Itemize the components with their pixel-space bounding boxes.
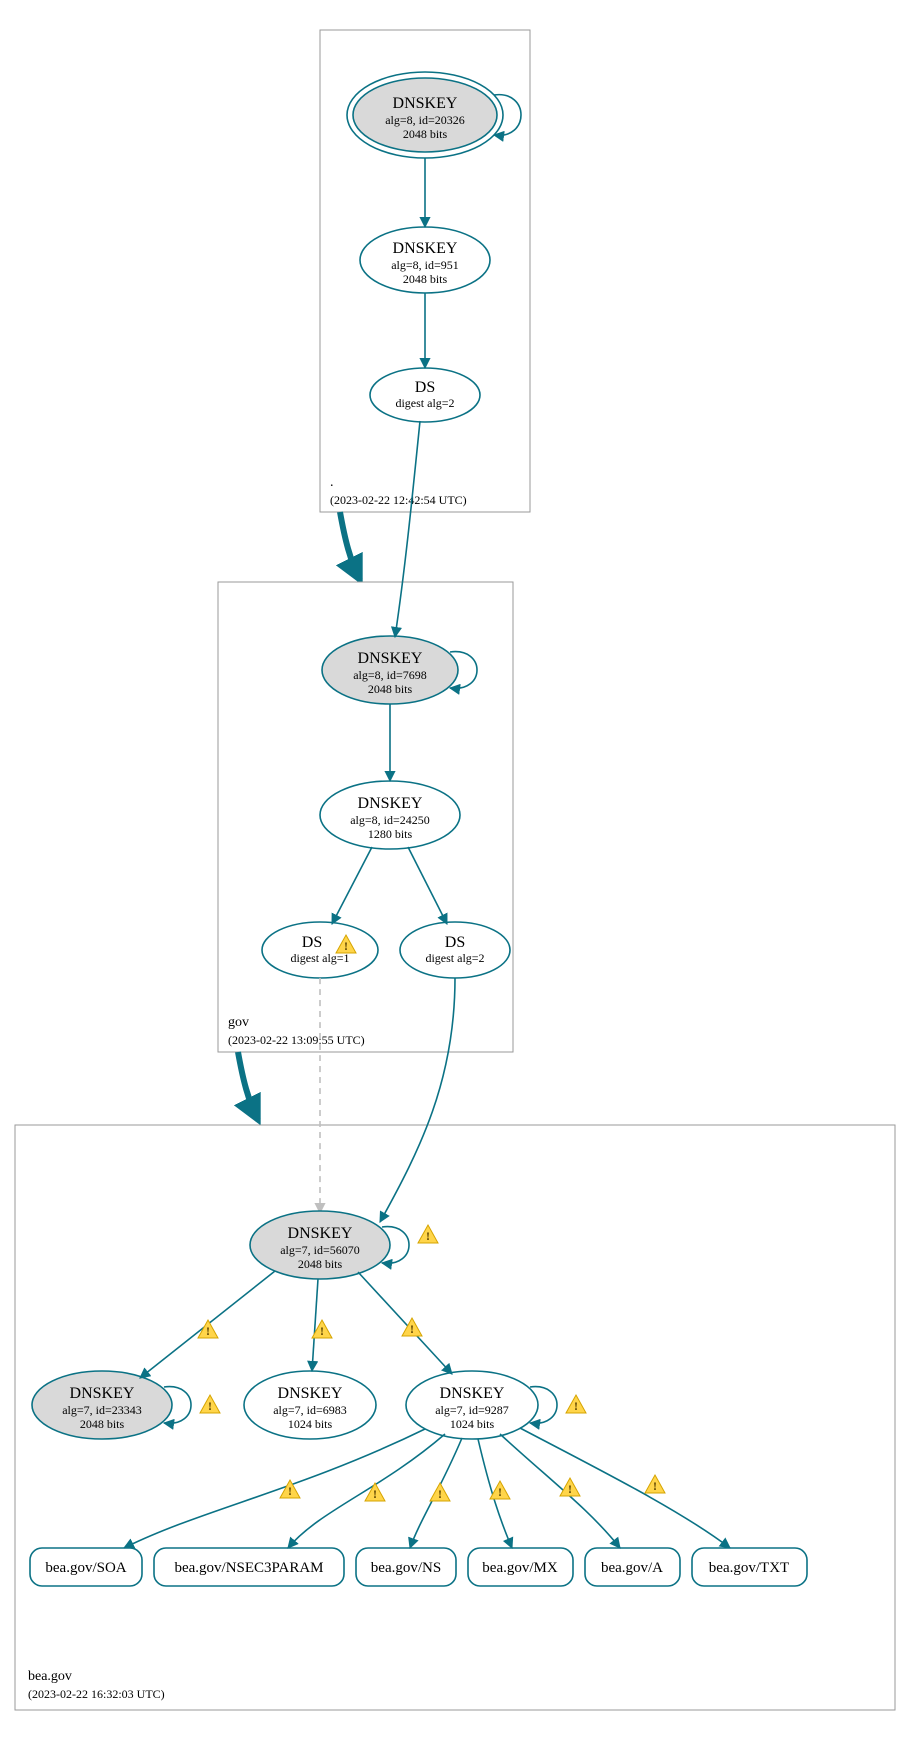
svg-text:bea.gov/NSEC3PARAM: bea.gov/NSEC3PARAM (174, 1560, 323, 1576)
svg-text:bea.gov/TXT: bea.gov/TXT (709, 1560, 789, 1576)
zone-root-timestamp: (2023-02-22 12:42:54 UTC) (330, 493, 467, 507)
svg-text:digest alg=2: digest alg=2 (395, 396, 454, 410)
svg-text:alg=7, id=23343: alg=7, id=23343 (62, 1403, 142, 1417)
zone-root: . (2023-02-22 12:42:54 UTC) DNSKEY alg=8… (320, 30, 530, 512)
node-gov-ksk: DNSKEY alg=8, id=7698 2048 bits (322, 636, 458, 704)
node-gov-ds2: DS digest alg=2 (400, 922, 510, 978)
node-gov-ds1: DS digest alg=1 (262, 922, 378, 978)
svg-text:DNSKEY: DNSKEY (288, 1225, 353, 1242)
svg-text:alg=7, id=6983: alg=7, id=6983 (273, 1403, 347, 1417)
dnssec-diagram: . (2023-02-22 12:42:54 UTC) DNSKEY alg=8… (0, 0, 912, 1742)
svg-text:!: ! (574, 1399, 578, 1413)
svg-text:DNSKEY: DNSKEY (393, 95, 458, 112)
svg-text:alg=8, id=951: alg=8, id=951 (391, 258, 459, 272)
svg-text:DNSKEY: DNSKEY (393, 240, 458, 257)
svg-text:DNSKEY: DNSKEY (278, 1385, 343, 1402)
zone-root-name: . (330, 475, 334, 490)
svg-text:alg=7, id=56070: alg=7, id=56070 (280, 1243, 360, 1257)
node-bea-k4: DNSKEY alg=7, id=9287 1024 bits (406, 1371, 538, 1439)
svg-text:!: ! (320, 1324, 324, 1338)
svg-text:DNSKEY: DNSKEY (358, 795, 423, 812)
svg-text:2048 bits: 2048 bits (368, 682, 413, 696)
svg-text:!: ! (426, 1229, 430, 1243)
svg-text:DS: DS (302, 934, 322, 951)
zone-bea: bea.gov (2023-02-22 16:32:03 UTC) DNSKEY… (15, 978, 895, 1710)
svg-text:!: ! (498, 1485, 502, 1499)
svg-text:digest alg=2: digest alg=2 (425, 951, 484, 965)
zone-bea-timestamp: (2023-02-22 16:32:03 UTC) (28, 1687, 165, 1701)
svg-text:1280 bits: 1280 bits (368, 827, 413, 841)
svg-text:DNSKEY: DNSKEY (70, 1385, 135, 1402)
svg-text:!: ! (653, 1479, 657, 1493)
svg-text:bea.gov/SOA: bea.gov/SOA (45, 1560, 126, 1576)
rrset-mx: bea.gov/MX (468, 1548, 573, 1586)
zone-gov: gov (2023-02-22 13:09:55 UTC) DNSKEY alg… (218, 421, 513, 1052)
node-bea-ksk: DNSKEY alg=7, id=56070 2048 bits (250, 1211, 390, 1279)
svg-text:!: ! (568, 1482, 572, 1496)
zone-gov-name: gov (228, 1015, 249, 1030)
rrset-nsec3param: bea.gov/NSEC3PARAM (154, 1548, 344, 1586)
svg-text:!: ! (410, 1322, 414, 1336)
svg-text:bea.gov/A: bea.gov/A (601, 1560, 663, 1576)
svg-text:!: ! (344, 939, 348, 953)
node-bea-k2: DNSKEY alg=7, id=23343 2048 bits (32, 1371, 172, 1439)
svg-text:2048 bits: 2048 bits (403, 127, 448, 141)
rrset-txt: bea.gov/TXT (692, 1548, 807, 1586)
delegation-root-gov (340, 512, 360, 580)
svg-text:!: ! (288, 1484, 292, 1498)
node-root-ds: DS digest alg=2 (370, 368, 480, 422)
rrset-soa: bea.gov/SOA (30, 1548, 142, 1586)
svg-text:bea.gov/MX: bea.gov/MX (482, 1560, 558, 1576)
svg-text:DS: DS (415, 379, 435, 396)
node-bea-k3: DNSKEY alg=7, id=6983 1024 bits (244, 1371, 376, 1439)
svg-text:!: ! (438, 1487, 442, 1501)
svg-text:alg=8, id=20326: alg=8, id=20326 (385, 113, 465, 127)
svg-text:DNSKEY: DNSKEY (358, 650, 423, 667)
rrset-a: bea.gov/A (585, 1548, 680, 1586)
delegation-gov-bea (238, 1052, 258, 1120)
svg-text:bea.gov/NS: bea.gov/NS (371, 1560, 441, 1576)
svg-text:alg=8, id=24250: alg=8, id=24250 (350, 813, 430, 827)
svg-text:alg=8, id=7698: alg=8, id=7698 (353, 668, 427, 682)
svg-text:1024 bits: 1024 bits (288, 1417, 333, 1431)
node-gov-zsk: DNSKEY alg=8, id=24250 1280 bits (320, 781, 460, 849)
node-root-zsk: DNSKEY alg=8, id=951 2048 bits (360, 227, 490, 293)
svg-text:2048 bits: 2048 bits (80, 1417, 125, 1431)
svg-text:alg=7, id=9287: alg=7, id=9287 (435, 1403, 509, 1417)
svg-text:!: ! (373, 1487, 377, 1501)
node-root-ksk: DNSKEY alg=8, id=20326 2048 bits (347, 72, 503, 158)
rrset-ns: bea.gov/NS (356, 1548, 456, 1586)
svg-text:DNSKEY: DNSKEY (440, 1385, 505, 1402)
zone-gov-timestamp: (2023-02-22 13:09:55 UTC) (228, 1033, 365, 1047)
svg-text:2048 bits: 2048 bits (403, 272, 448, 286)
zone-bea-name: bea.gov (28, 1669, 72, 1684)
svg-text:!: ! (208, 1399, 212, 1413)
svg-text:DS: DS (445, 934, 465, 951)
svg-text:!: ! (206, 1324, 210, 1338)
svg-text:2048 bits: 2048 bits (298, 1257, 343, 1271)
svg-text:1024 bits: 1024 bits (450, 1417, 495, 1431)
